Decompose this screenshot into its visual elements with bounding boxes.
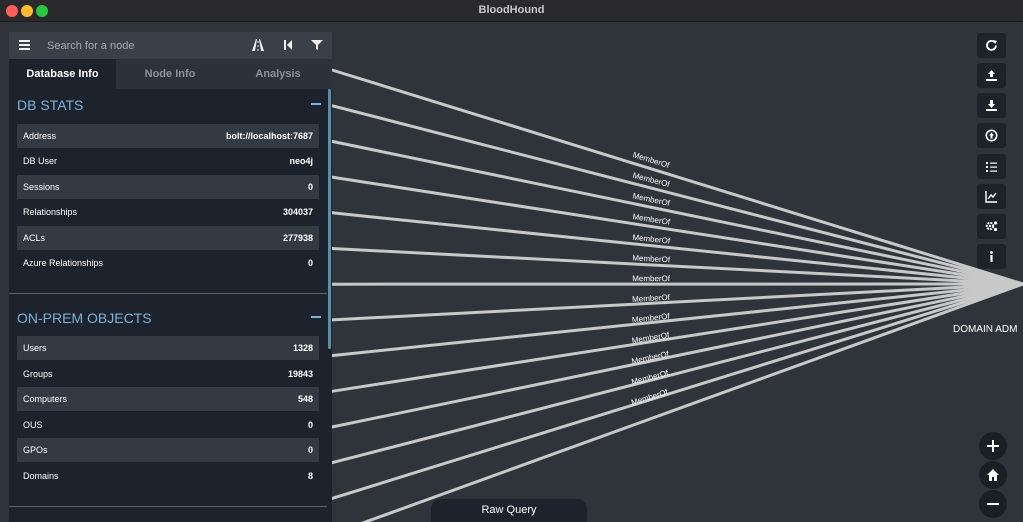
stat-label: Azure Relationships — [23, 258, 104, 268]
tab-analysis[interactable]: Analysis — [224, 59, 332, 89]
stat-row: ACLs 277938 — [17, 226, 319, 250]
graph-edge[interactable] — [330, 175, 1023, 286]
export-graph-button[interactable] — [977, 93, 1006, 118]
db-stats-title: DB STATS — [17, 97, 84, 113]
graph-edge[interactable] — [330, 247, 1023, 286]
graph-edge[interactable] — [330, 282, 1023, 500]
stat-label: ACLs — [23, 233, 46, 243]
object-label: Domains — [23, 471, 59, 481]
object-row: GPOs 0 — [17, 438, 319, 462]
tab-database-info[interactable]: Database Info — [9, 59, 116, 89]
import-graph-button[interactable] — [977, 123, 1006, 148]
db-stats-header: DB STATS — [9, 89, 327, 119]
graph-edge[interactable] — [330, 282, 1023, 465]
pathfinding-icon[interactable] — [251, 38, 265, 52]
section-divider — [9, 506, 327, 507]
stat-row: Address bolt://localhost:7687 — [17, 124, 319, 148]
upload-data-button[interactable] — [977, 63, 1006, 88]
object-label: Computers — [23, 394, 68, 404]
stat-value: 0 — [307, 182, 313, 192]
object-value: 8 — [307, 471, 313, 481]
edge-label: MemberOf — [632, 150, 671, 170]
db-stats-collapse-button[interactable] — [311, 103, 321, 105]
stat-label: Address — [23, 131, 57, 141]
tab-node-info[interactable]: Node Info — [116, 59, 224, 89]
edge-label: MemberOf — [630, 387, 669, 407]
search-panel: Database Info Node Info Analysis DB STAT… — [9, 32, 332, 522]
stats-button[interactable] — [977, 184, 1006, 209]
queries-button[interactable] — [977, 154, 1006, 179]
search-input[interactable] — [47, 37, 237, 55]
graph-edge[interactable] — [330, 104, 1023, 286]
graph-edge[interactable] — [330, 282, 1023, 322]
stat-label: DB User — [23, 156, 58, 166]
edge-label: MemberOf — [630, 368, 670, 386]
object-row: Groups 19843 — [17, 362, 319, 386]
search-bar — [9, 32, 332, 59]
about-button[interactable] — [977, 244, 1006, 269]
object-row: Computers 548 — [17, 387, 319, 411]
stat-value: neo4j — [289, 156, 313, 166]
graph-edge[interactable] — [330, 282, 1023, 358]
stat-row: DB User neo4j — [17, 149, 319, 173]
window-title: BloodHound — [478, 4, 545, 16]
onprem-collapse-button[interactable] — [311, 316, 321, 318]
raw-query-button[interactable]: Raw Query — [431, 499, 587, 522]
panel-scrollbar-thumb[interactable] — [328, 89, 331, 349]
app-window: BloodHound MemberOf MemberOf MemberOf Membe… — [0, 0, 1023, 522]
onprem-title: ON-PREM OBJECTS — [17, 310, 152, 326]
stat-row: Relationships 304037 — [17, 200, 319, 224]
object-value: 1328 — [292, 343, 313, 353]
stat-value: 304037 — [282, 207, 313, 217]
database-info-content: DB STATS Address bolt://localhost:7687 DB… — [9, 89, 332, 522]
onprem-header: ON-PREM OBJECTS — [9, 302, 327, 332]
settings-button[interactable] — [977, 214, 1006, 239]
object-value: 19843 — [287, 369, 313, 379]
object-label: Groups — [23, 369, 53, 379]
reset-view-button[interactable] — [979, 461, 1007, 489]
title-bar: BloodHound — [0, 0, 1023, 22]
object-value: 0 — [307, 445, 313, 455]
edge-label: MemberOf — [632, 274, 671, 283]
object-row: Users 1328 — [17, 336, 319, 360]
object-row: Domains 8 — [17, 464, 319, 488]
stat-label: Relationships — [23, 207, 78, 217]
refresh-button[interactable] — [977, 33, 1006, 58]
panel-tabs: Database Info Node Info Analysis — [9, 59, 332, 89]
stat-value: 0 — [307, 258, 313, 268]
graph-edge[interactable] — [330, 282, 1023, 393]
hamburger-menu-icon[interactable] — [19, 39, 30, 50]
graph-edge[interactable] — [330, 68, 1023, 286]
stat-label: Sessions — [23, 182, 60, 192]
back-icon[interactable] — [281, 38, 295, 52]
graph-edge[interactable] — [330, 211, 1023, 286]
stat-value: 277938 — [282, 233, 313, 243]
stat-row: Azure Relationships 0 — [17, 251, 319, 275]
zoom-out-button[interactable] — [979, 490, 1007, 518]
section-divider — [9, 293, 327, 294]
object-row: OUS 0 — [17, 413, 319, 437]
zoom-in-button[interactable] — [979, 432, 1007, 460]
graph-edge[interactable] — [330, 139, 1023, 286]
object-value: 548 — [297, 394, 313, 404]
object-label: Users — [23, 343, 47, 353]
target-node-label[interactable]: DOMAIN ADM — [953, 324, 1017, 335]
filter-icon[interactable] — [310, 38, 324, 52]
object-label: GPOs — [23, 445, 48, 455]
graph-edge[interactable] — [330, 282, 1023, 429]
edge-label: MemberOf — [631, 349, 671, 366]
object-label: OUS — [23, 420, 43, 430]
stat-row: Sessions 0 — [17, 175, 319, 199]
stat-value: bolt://localhost:7687 — [225, 131, 313, 141]
object-value: 0 — [307, 420, 313, 430]
